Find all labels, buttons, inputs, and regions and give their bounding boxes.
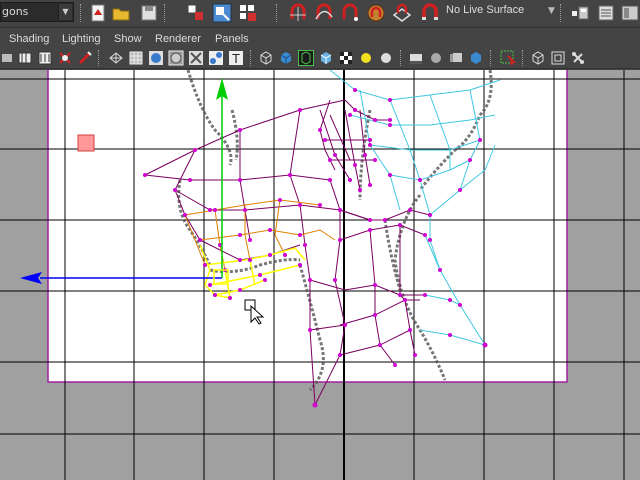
motion-blur-icon[interactable] (448, 50, 464, 66)
textured-icon[interactable] (208, 50, 224, 66)
magnet-icon[interactable] (420, 3, 440, 23)
field-chart-icon[interactable] (570, 50, 586, 66)
manipulator-x-arrow-icon[interactable] (20, 272, 42, 284)
toolbar-separator (250, 50, 252, 66)
anti-aliasing-icon[interactable] (468, 50, 484, 66)
save-scene-icon[interactable] (139, 3, 159, 23)
select-by-object-icon[interactable] (212, 3, 232, 23)
status-line: gons ▼ No Live Surface ▼ (0, 0, 640, 28)
menu-panels[interactable]: Panels (215, 33, 249, 45)
wireframe-on-shaded-icon[interactable] (168, 50, 184, 66)
new-scene-icon[interactable] (88, 3, 108, 23)
select-by-hierarchy-icon[interactable] (186, 3, 206, 23)
menu-lighting[interactable]: Lighting (62, 33, 101, 45)
viewport-canvas[interactable] (0, 70, 640, 480)
image-plane-icon[interactable] (57, 50, 73, 66)
camera-icon[interactable] (17, 50, 33, 66)
viewport-panel[interactable] (0, 70, 640, 480)
xray-icon[interactable] (188, 50, 204, 66)
panel-menu-bar: Shading Lighting Show Renderer Panels (0, 29, 640, 49)
make-live-icon[interactable] (392, 3, 412, 23)
live-surface-label[interactable]: No Live Surface (446, 4, 524, 16)
menu-show[interactable]: Show (114, 33, 142, 45)
smooth-shade-icon[interactable] (148, 50, 164, 66)
menu-shading[interactable]: Shading (9, 33, 49, 45)
toolbar-separator (276, 4, 278, 22)
open-scene-icon[interactable] (111, 3, 131, 23)
isolate-select-icon[interactable] (298, 50, 314, 66)
gate-mask-icon[interactable] (550, 50, 566, 66)
image-plane[interactable] (47, 70, 568, 383)
snap-to-point-icon[interactable] (340, 3, 360, 23)
chevron-down-icon[interactable]: ▼ (58, 4, 72, 20)
toolbar-separator (490, 50, 492, 66)
panel-toolbar: T (0, 49, 640, 69)
wireframe-icon[interactable] (108, 50, 124, 66)
resolution-gate-icon[interactable] (530, 50, 546, 66)
bookmarks-icon[interactable] (37, 50, 53, 66)
attribute-editor-icon[interactable] (620, 3, 640, 23)
shaded-cube-icon[interactable] (278, 50, 294, 66)
svg-text:T: T (231, 52, 240, 66)
grid-icon[interactable] (128, 50, 144, 66)
toolbar-separator (164, 4, 166, 22)
display-text-icon[interactable]: T (228, 50, 244, 66)
snap-to-curve-icon[interactable] (314, 3, 334, 23)
toolbar-separator (98, 50, 100, 66)
toolbar-separator (522, 50, 524, 66)
checker-icon[interactable] (338, 50, 354, 66)
toolbar-separator (400, 50, 402, 66)
move-plane-handle[interactable] (77, 134, 95, 152)
shadows-icon[interactable] (378, 50, 394, 66)
render-view-icon[interactable] (570, 3, 590, 23)
camera-attributes-icon[interactable] (0, 50, 16, 66)
select-by-component-icon[interactable] (238, 3, 258, 23)
default-lighting-icon[interactable] (358, 50, 374, 66)
wireframe-cube-icon[interactable] (258, 50, 274, 66)
menu-set-value: gons (2, 5, 29, 18)
hardware-texturing-icon[interactable] (408, 50, 424, 66)
render-settings-icon[interactable] (596, 3, 616, 23)
ambient-occlusion-icon[interactable] (428, 50, 444, 66)
bounding-box-cube-icon[interactable] (318, 50, 334, 66)
snap-to-view-plane-icon[interactable] (366, 3, 386, 23)
menu-renderer[interactable]: Renderer (155, 33, 201, 45)
select-camera-icon[interactable] (500, 50, 516, 66)
toolbar-separator (80, 4, 82, 22)
snap-to-grid-icon[interactable] (288, 3, 308, 23)
menu-set-select[interactable]: gons ▼ (0, 2, 74, 22)
two-d-pan-zoom-icon[interactable] (77, 50, 93, 66)
chevron-down-icon[interactable]: ▼ (548, 6, 555, 16)
toolbar-separator (560, 4, 562, 22)
